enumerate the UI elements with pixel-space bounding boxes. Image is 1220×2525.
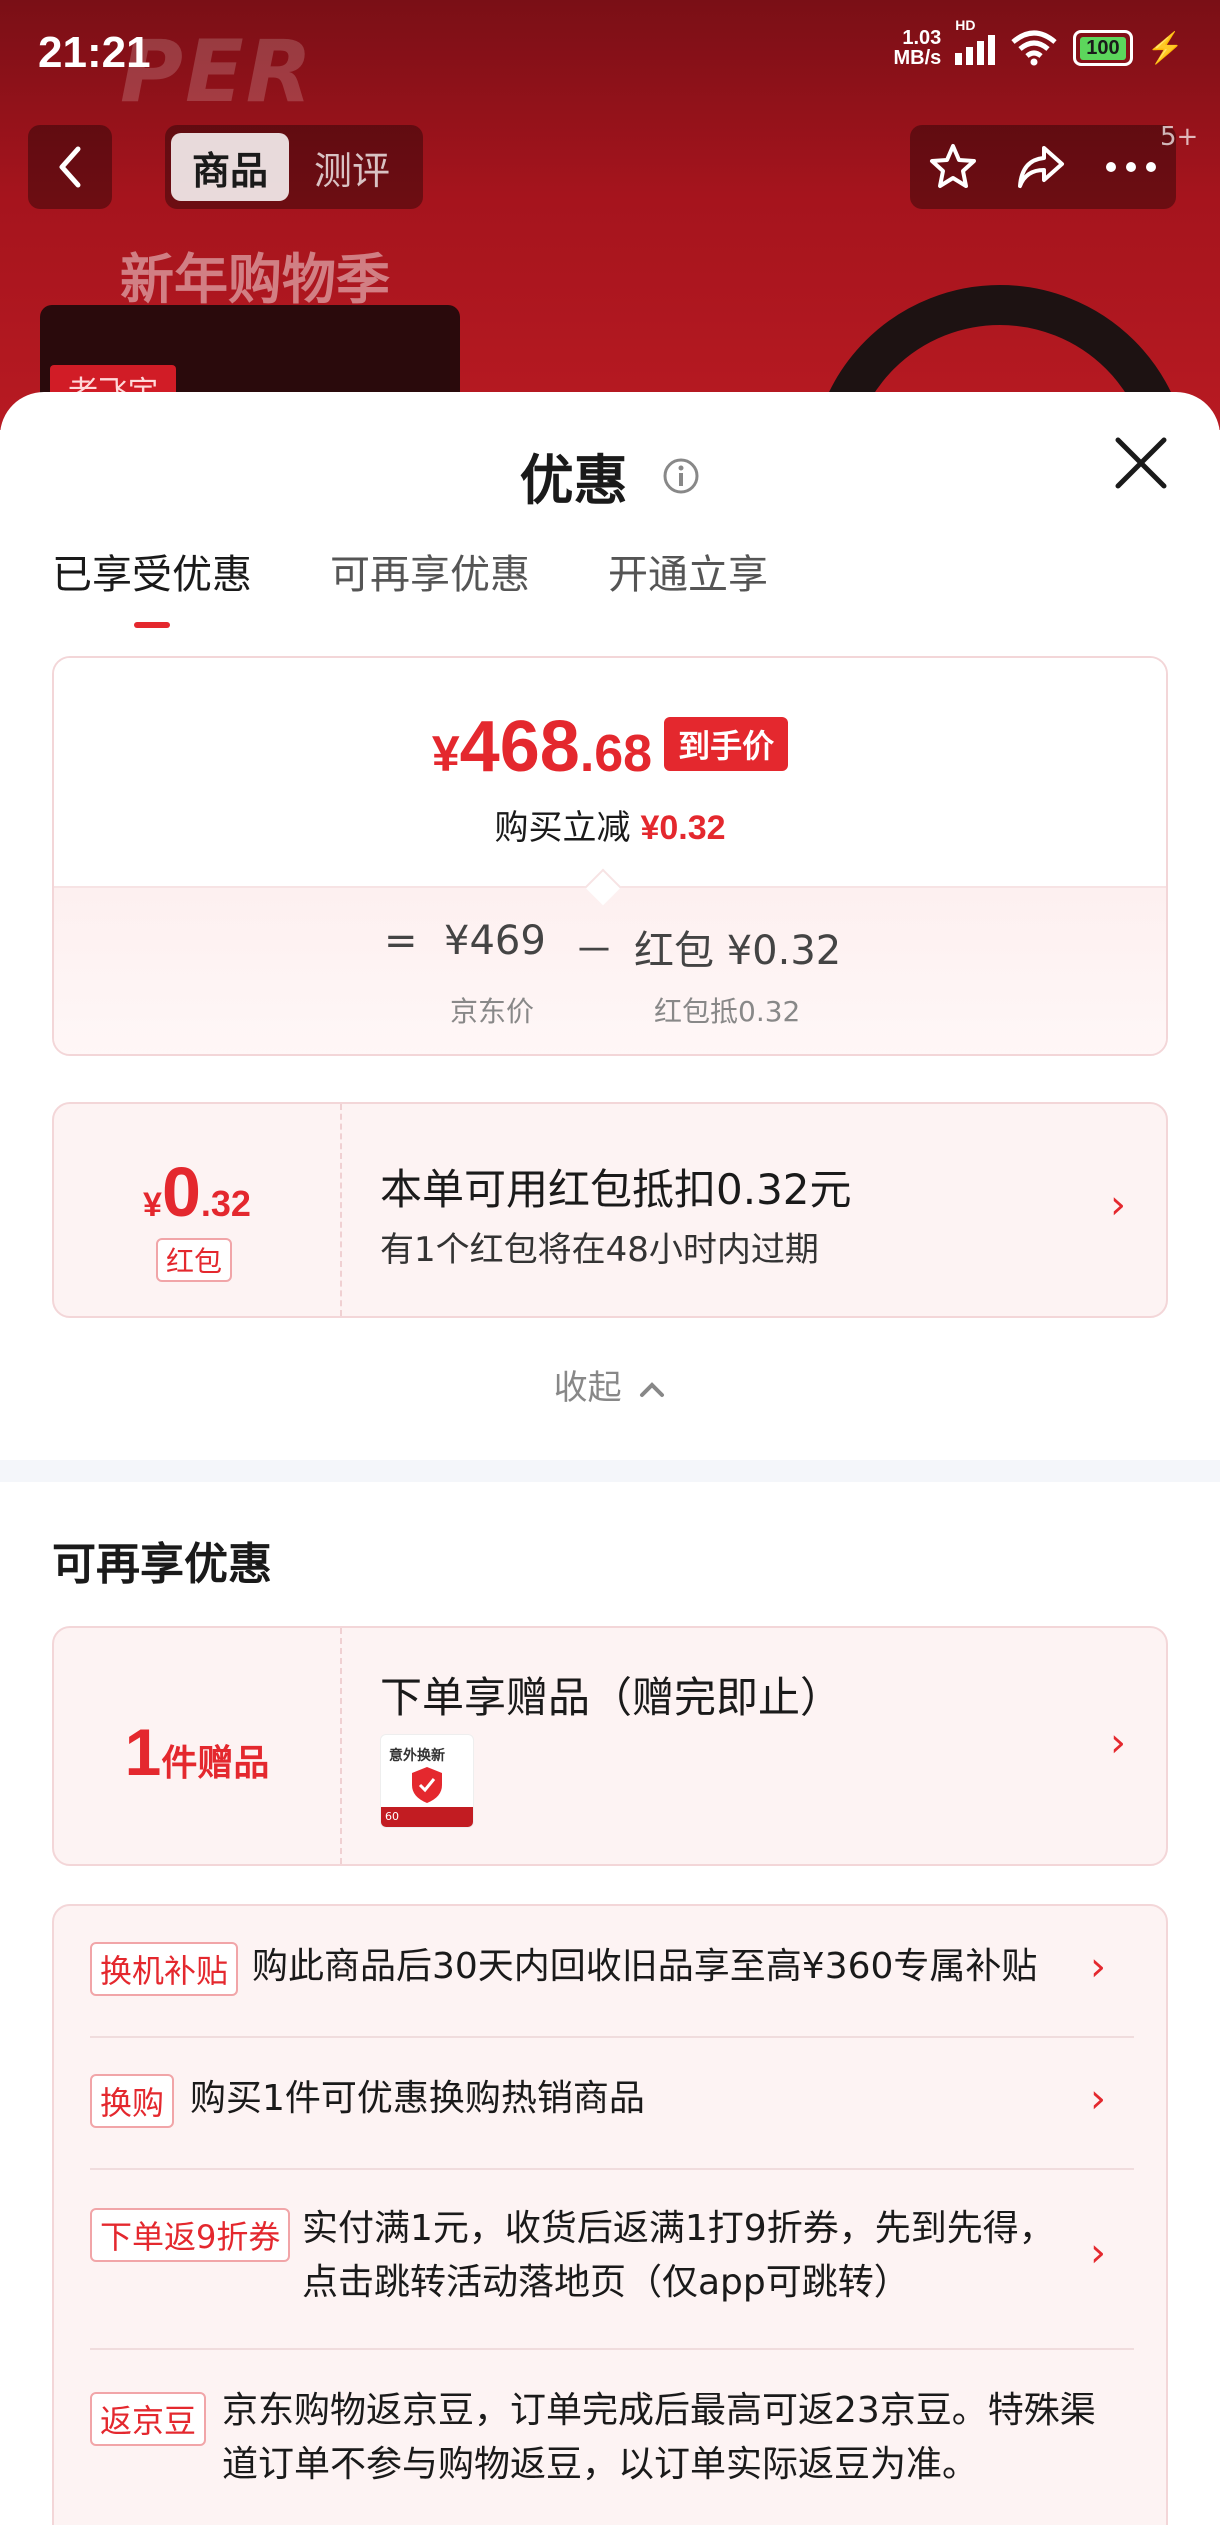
chevron-right-icon: › xyxy=(1090,1944,1106,1990)
gift-thumb-title: 意外换新 xyxy=(389,1748,445,1764)
gift-count-unit: 件赠品 xyxy=(161,1743,270,1784)
price-breakdown: = ¥469 － 红包 ¥0.32 京东价 红包抵0.32 xyxy=(54,886,1166,1054)
red-packet-subtitle: 有1个红包将在48小时内过期 xyxy=(380,1230,819,1270)
promo-text-line2: 道订单不参与购物返豆，以订单实际返豆为准。 xyxy=(222,2444,979,2485)
formula-minus: － xyxy=(574,928,614,974)
gift-count: 1件赠品 xyxy=(54,1714,340,1790)
section-divider xyxy=(0,1460,1220,1482)
final-price-badge: 到手价 xyxy=(664,717,789,771)
list-divider xyxy=(90,2168,1134,2170)
tab-activate[interactable]: 开通立享 xyxy=(608,542,768,628)
discount-tabs: 已享受优惠 可再享优惠 开通立享 xyxy=(52,542,768,628)
sheet-title: 优惠 xyxy=(0,436,1220,515)
tab-more-label: 可再享优惠 xyxy=(330,552,530,598)
chevron-right-icon: › xyxy=(1090,2076,1106,2122)
price-symbol: ¥ xyxy=(431,726,460,782)
tab-activate-label: 开通立享 xyxy=(608,552,768,598)
formula-red-packet: 红包 ¥0.32 xyxy=(634,928,842,974)
message-badge: 5+ xyxy=(1160,122,1199,152)
base-price-label: 京东价 xyxy=(450,995,535,1028)
formula-base-price: ¥469 xyxy=(444,918,546,964)
red-packet-integer: 0 xyxy=(161,1153,201,1231)
product-tabs: 商品 测评 xyxy=(165,125,423,209)
promo-text-line1: 实付满1元，收货后返满1打9折券，先到先得， xyxy=(302,2208,1055,2249)
back-button[interactable] xyxy=(28,125,112,209)
discount-sheet: 优惠 已享受优惠 可再享优惠 开通立享 ¥468.68 到手价 购买立减 ¥0.32 xyxy=(0,392,1220,2525)
more-icon[interactable] xyxy=(1103,160,1159,174)
red-packet-decimal: .32 xyxy=(200,1183,251,1224)
collapse-button[interactable]: 收起 xyxy=(0,1360,1220,1409)
network-speed-value: 1.03 xyxy=(902,27,942,49)
red-packet-label: 红包 xyxy=(156,1238,233,1282)
shield-icon xyxy=(412,1767,442,1803)
price-decimal: .68 xyxy=(579,725,653,783)
signal-icon xyxy=(955,31,996,65)
gift-count-number: 1 xyxy=(124,1715,162,1789)
nav-actions xyxy=(910,125,1176,209)
tab-more[interactable]: 可再享优惠 xyxy=(330,542,530,628)
instant-discount: 购买立减 ¥0.32 xyxy=(54,800,1166,849)
promo-text: 购此商品后30天内回收旧品享至高¥360专属补贴 xyxy=(252,1946,1038,1987)
sheet-title-text: 优惠 xyxy=(519,449,628,512)
promo-list: 换机补贴 购此商品后30天内回收旧品享至高¥360专属补贴 › 换购 购买1件可… xyxy=(52,1904,1168,2525)
close-icon[interactable] xyxy=(1112,434,1170,492)
list-divider xyxy=(90,2348,1134,2350)
red-packet-amount: ¥0.32 xyxy=(54,1152,340,1232)
chevron-right-icon: › xyxy=(1090,2230,1106,2276)
price-integer: 468 xyxy=(459,707,580,787)
back-icon xyxy=(59,146,81,188)
final-price-card: ¥468.68 到手价 购买立减 ¥0.32 = ¥469 － 红包 ¥0.32 京… xyxy=(52,656,1168,1056)
chevron-right-icon: › xyxy=(1110,1720,1126,1766)
tab-review[interactable]: 测评 xyxy=(293,133,411,201)
red-packet-title: 本单可用红包抵扣0.32元 xyxy=(380,1165,852,1214)
promo-text: 购买1件可优惠换购热销商品 xyxy=(190,2078,645,2119)
promo-jingdou-return[interactable]: 返京豆 京东购物返京豆，订单完成后最高可返23京豆。特殊渠 道订单不参与购物返豆… xyxy=(90,2378,1134,2508)
promo-coupon-return[interactable]: 下单返9折券 实付满1元，收货后返满1打9折券，先到先得， 点击跳转活动落地页（… xyxy=(90,2196,1134,2316)
promo-tag: 下单返9折券 xyxy=(90,2208,291,2262)
promo-trade-in[interactable]: 换机补贴 购此商品后30天内回收旧品享至高¥360专属补贴 › xyxy=(90,1940,1134,2004)
battery-icon: 100 xyxy=(1073,30,1133,66)
gift-thumb-badge: 60 xyxy=(381,1807,473,1827)
collapse-label: 收起 xyxy=(553,1368,622,1408)
promo-tag: 换机补贴 xyxy=(90,1942,239,1996)
battery-level: 100 xyxy=(1080,36,1126,60)
gift-thumbnail[interactable]: 意外换新 60 xyxy=(380,1734,474,1828)
promo-text-line1: 京东购物返京豆，订单完成后最高可返23京豆。特殊渠 xyxy=(222,2390,1096,2431)
network-speed: 1.03 MB/s xyxy=(893,28,941,68)
tab-product[interactable]: 商品 xyxy=(171,133,289,201)
promo-exchange-buy[interactable]: 换购 购买1件可优惠换购热销商品 › xyxy=(90,2072,1134,2136)
gift-card[interactable]: 1件赠品 下单享赠品（赠完即止） 意外换新 60 › xyxy=(52,1626,1168,1866)
star-icon[interactable] xyxy=(927,141,979,193)
formula-equals: = xyxy=(384,918,418,964)
gift-title: 下单享赠品（赠完即止） xyxy=(380,1673,843,1722)
instant-discount-amount: ¥0.32 xyxy=(640,809,726,847)
charging-icon: ⚡ xyxy=(1146,31,1184,65)
more-discounts-title: 可再享优惠 xyxy=(52,1539,272,1590)
chevron-up-icon xyxy=(640,1382,665,1397)
tab-active-indicator xyxy=(134,622,170,628)
red-packet-symbol: ¥ xyxy=(143,1186,162,1224)
instant-discount-label: 购买立减 xyxy=(494,808,631,848)
status-bar: 21:21 1.03 MB/s HD 100 ⚡ xyxy=(0,0,1220,100)
tab-enjoyed-label: 已享受优惠 xyxy=(52,552,252,598)
promo-text-line2: 点击跳转活动落地页（仅app可跳转） xyxy=(302,2262,910,2303)
tab-enjoyed[interactable]: 已享受优惠 xyxy=(52,542,252,628)
list-divider xyxy=(90,2036,1134,2038)
promo-tag: 返京豆 xyxy=(90,2392,207,2446)
promo-tag: 换购 xyxy=(90,2074,175,2128)
wifi-icon xyxy=(1011,30,1057,66)
status-time: 21:21 xyxy=(38,28,151,77)
network-speed-unit: MB/s xyxy=(893,47,942,69)
info-icon[interactable] xyxy=(662,457,700,495)
chevron-right-icon: › xyxy=(1110,1182,1126,1228)
hd-label: HD xyxy=(955,17,976,33)
final-price: ¥468.68 到手价 xyxy=(54,706,1166,788)
share-icon[interactable] xyxy=(1014,142,1068,192)
promo-banner-text: 新年购物季 xyxy=(120,248,390,311)
red-packet-deduct-label: 红包抵0.32 xyxy=(654,995,801,1028)
red-packet-card[interactable]: ¥0.32 红包 本单可用红包抵扣0.32元 有1个红包将在48小时内过期 › xyxy=(52,1102,1168,1318)
